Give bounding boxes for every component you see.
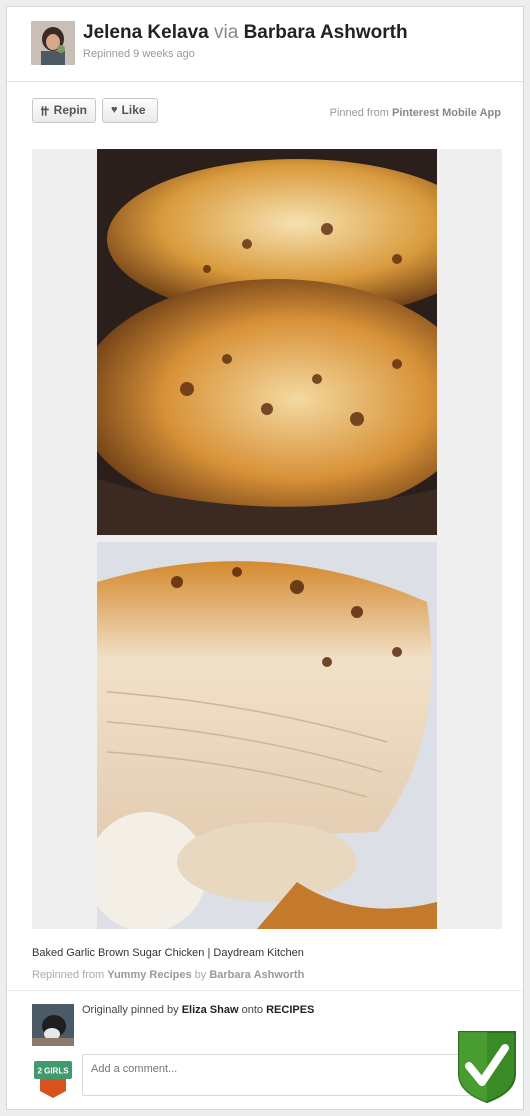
repinned-user-link[interactable]: Barbara Ashworth — [209, 969, 304, 981]
originally-pinned: Originally pinned by Eliza Shaw onto REC… — [82, 1004, 314, 1016]
repin-label: Repin — [53, 103, 87, 117]
originally-prefix: Originally pinned by — [82, 1004, 179, 1016]
commenter-avatar: 2 GIRLS — [32, 1057, 74, 1099]
by-word: by — [194, 969, 207, 981]
user-avatar[interactable] — [31, 21, 75, 65]
like-label: Like — [121, 103, 146, 117]
pinned-from-app-link[interactable]: Pinterest Mobile App — [392, 107, 501, 119]
checkmark-shield-icon — [455, 1030, 519, 1104]
pin-image[interactable] — [32, 149, 502, 929]
original-pinner-avatar[interactable] — [32, 1004, 74, 1046]
pin-attribution: Jelena Kelava via Barbara Ashworth — [83, 22, 408, 44]
via-text: via — [213, 22, 239, 43]
pin-card: Jelena Kelava via Barbara Ashworth Repin… — [6, 6, 524, 1110]
repinned-time: Repinned 9 weeks ago — [83, 48, 195, 60]
badge-text: 2 GIRLS — [37, 1067, 69, 1076]
top-photo-glazed-chicken — [97, 149, 437, 535]
repinned-from-prefix: Repinned from — [32, 969, 105, 981]
original-user-link[interactable]: Eliza Shaw — [182, 1004, 239, 1016]
repinned-from: Repinned from Yummy Recipes by Barbara A… — [32, 969, 304, 981]
bottom-photo-sliced-chicken — [97, 542, 437, 929]
onto-word: onto — [241, 1004, 264, 1016]
repin-icon — [41, 105, 49, 116]
pinned-from: Pinned from Pinterest Mobile App — [330, 107, 501, 119]
comment-input[interactable] — [82, 1054, 502, 1096]
original-board-link[interactable]: RECIPES — [266, 1004, 314, 1016]
heart-icon: ♥ — [111, 104, 118, 116]
pin-caption: Baked Garlic Brown Sugar Chicken | Daydr… — [32, 947, 304, 959]
repinned-board-link[interactable]: Yummy Recipes — [107, 969, 191, 981]
like-button[interactable]: ♥ Like — [102, 98, 158, 123]
pin-header: Jelena Kelava via Barbara Ashworth Repin… — [7, 7, 523, 82]
repin-button[interactable]: Repin — [32, 98, 96, 123]
divider — [7, 990, 523, 991]
user-name-link[interactable]: Jelena Kelava — [83, 22, 209, 43]
pinned-from-prefix: Pinned from — [329, 107, 389, 119]
source-user-link[interactable]: Barbara Ashworth — [244, 22, 408, 43]
